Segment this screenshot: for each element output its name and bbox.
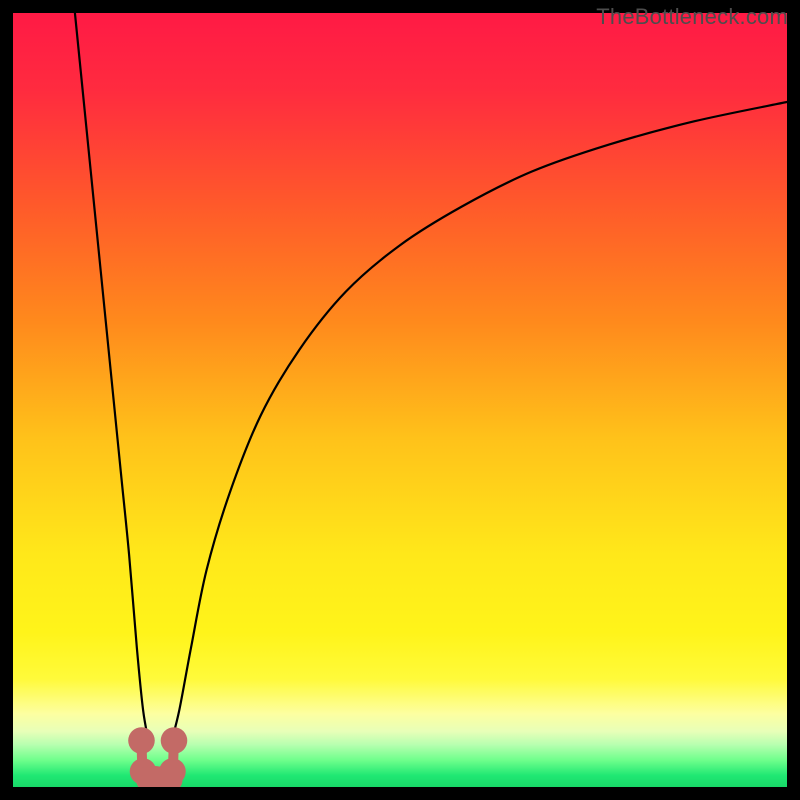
dip-dot — [161, 727, 188, 754]
chart-frame: TheBottleneck.com — [0, 0, 800, 800]
gradient-background — [13, 13, 787, 787]
watermark-label: TheBottleneck.com — [596, 4, 788, 30]
plot-area — [13, 13, 787, 787]
plot-svg — [13, 13, 787, 787]
dip-dot — [128, 727, 155, 754]
dip-dot — [159, 758, 186, 785]
